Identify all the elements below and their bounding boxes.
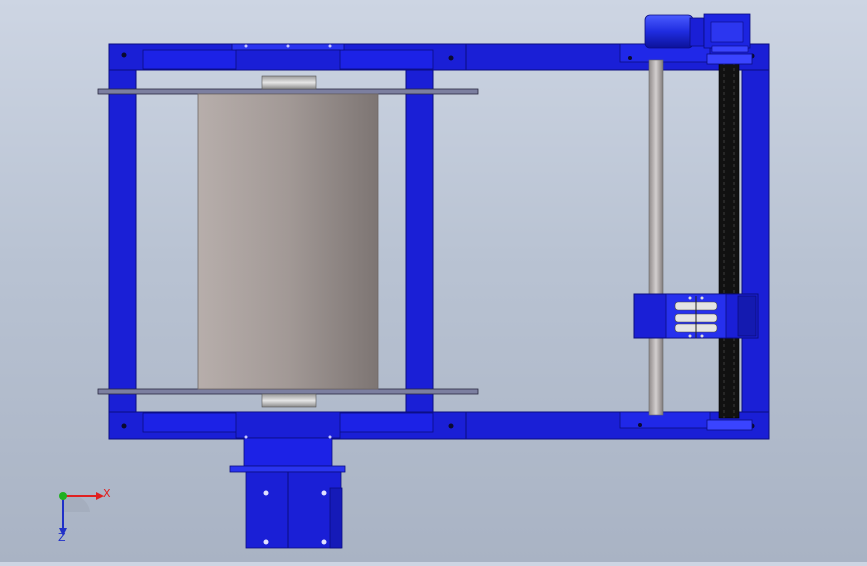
winch-assembly-drawing: X Z xyxy=(58,13,770,549)
rope-guide-carriage xyxy=(633,293,759,339)
drive-motor xyxy=(644,13,751,53)
drum-gearbox xyxy=(229,411,346,549)
coordinate-triad-icon xyxy=(59,492,104,536)
top-bearing-plate xyxy=(231,43,345,71)
guide-shaft xyxy=(648,59,664,416)
triad-x-label: X xyxy=(103,487,111,500)
cad-viewport[interactable]: X Z xyxy=(0,0,867,562)
triad-z-label: Z xyxy=(58,531,66,544)
